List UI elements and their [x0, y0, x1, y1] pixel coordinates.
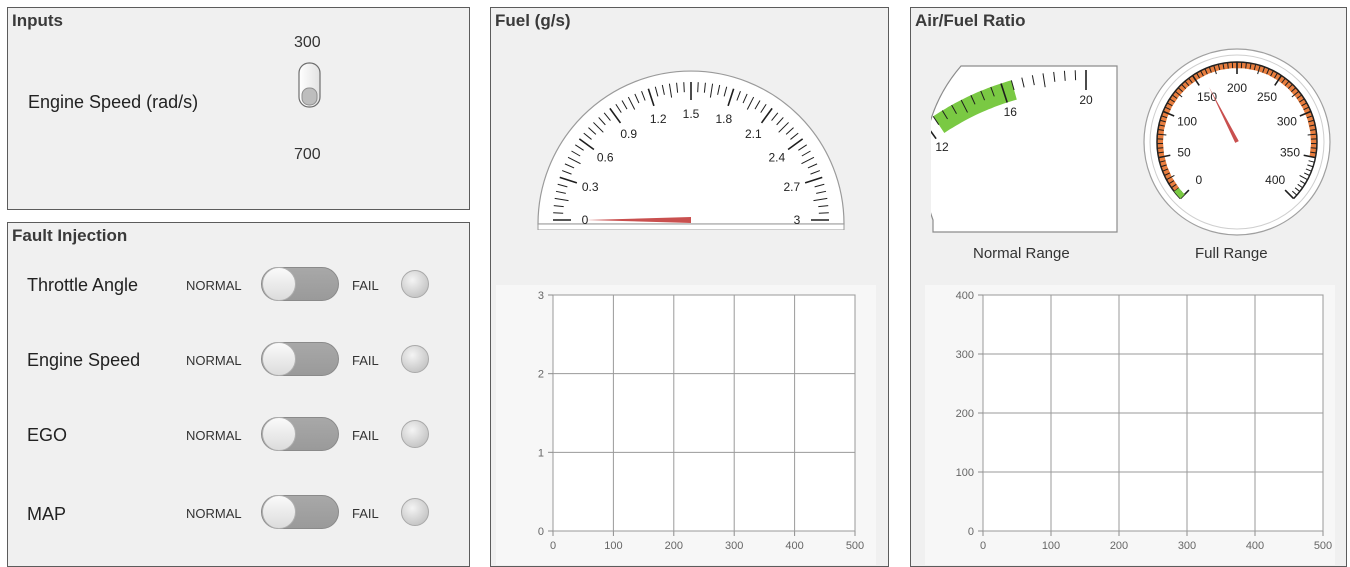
chart-x-tick-label: 100: [604, 540, 622, 552]
gauge-tick-label: 1.5: [683, 107, 700, 121]
gauge-tick-label: 250: [1257, 90, 1277, 104]
afr-title: Air/Fuel Ratio: [915, 11, 1026, 31]
fault-indicator-lamp: [401, 420, 429, 448]
fault-indicator-lamp: [401, 345, 429, 373]
throttle-angle-fault-toggle[interactable]: [261, 267, 339, 301]
full-range-caption: Full Range: [1195, 245, 1268, 262]
gauge-tick-label: 0.9: [620, 127, 637, 141]
gauge-tick-label: 0.6: [597, 151, 614, 165]
gauge-tick-label: 300: [1277, 114, 1297, 128]
fault-row-label: Engine Speed: [27, 350, 140, 371]
fail-label: FAIL: [352, 506, 379, 521]
fault-injection-title: Fault Injection: [12, 226, 127, 246]
gauge-tick-label: 16: [1004, 105, 1018, 119]
fail-label: FAIL: [352, 428, 379, 443]
toggle-knob: [262, 495, 296, 529]
afr-panel: Air/Fuel Ratio 048121620 Normal Range 05…: [910, 7, 1347, 567]
chart-x-tick-label: 400: [785, 540, 803, 552]
switch-top-value: 300: [294, 34, 321, 52]
gauge-tick-label: 1.2: [650, 112, 667, 126]
fuel-panel: Fuel (g/s) 0 0.3 0.6 0.9 1.2 1.5 1.8 2.1 2.4 2.7 3…: [490, 7, 889, 567]
fault-indicator-lamp: [401, 498, 429, 526]
inputs-title: Inputs: [12, 11, 63, 31]
map-fault-toggle[interactable]: [261, 495, 339, 529]
fault-row-label: EGO: [27, 425, 67, 446]
gauge-tick-label: 100: [1177, 114, 1197, 128]
afr-time-chart: 0 100 200 300 400 500 0 100 200 300 400: [925, 285, 1335, 565]
toggle-knob: [262, 342, 296, 376]
gauge-tick-label: 2.7: [783, 180, 800, 194]
chart-x-tick-label: 300: [725, 540, 743, 552]
normal-label: NORMAL: [186, 278, 242, 293]
chart-y-tick-label: 1: [538, 447, 544, 459]
fuel-time-chart: 0 100 200 300 400 500 0 1 2 3: [496, 285, 876, 565]
chart-y-tick-label: 300: [956, 349, 974, 361]
gauge-minor-tick: [1246, 63, 1247, 69]
chart-x-tick-label: 400: [1246, 540, 1264, 552]
inputs-panel: Inputs Engine Speed (rad/s) 300 700: [7, 7, 470, 210]
fault-injection-panel: Fault Injection Throttle Angle NORMAL FA…: [7, 222, 470, 567]
chart-y-tick-label: 3: [538, 290, 544, 302]
gauge-tick-label: 12: [935, 140, 949, 154]
engine-speed-rocker-switch[interactable]: [294, 60, 326, 112]
chart-x-tick-label: 500: [846, 540, 864, 552]
gauge-minor-tick: [553, 213, 563, 214]
gauge-tick-label: 350: [1280, 146, 1300, 160]
gauge-minor-tick: [1228, 63, 1229, 69]
normal-range-caption: Normal Range: [973, 245, 1070, 262]
fuel-semicircle-gauge: 00.30.60.91.21.51.82.12.42.73: [531, 60, 851, 230]
engine-speed-fault-toggle[interactable]: [261, 342, 339, 376]
engine-speed-input-label: Engine Speed (rad/s): [28, 92, 198, 113]
toggle-knob: [262, 267, 296, 301]
switch-bottom-value: 700: [294, 146, 321, 164]
chart-x-tick-label: 0: [550, 540, 556, 552]
chart-x-tick-label: 200: [665, 540, 683, 552]
chart-x-tick-label: 0: [980, 540, 986, 552]
gauge-tick-label: 200: [1227, 81, 1247, 95]
chart-y-tick-label: 200: [956, 408, 974, 420]
chart-x-tick-label: 100: [1042, 540, 1060, 552]
fail-label: FAIL: [352, 353, 379, 368]
gauge-tick-label: 50: [1177, 146, 1191, 160]
chart-y-tick-label: 100: [956, 467, 974, 479]
gauge-tick-label: 0.3: [582, 180, 599, 194]
normal-label: NORMAL: [186, 428, 242, 443]
gauge-tick-label: 1.8: [715, 112, 732, 126]
afr-normal-range-gauge: 048121620: [931, 46, 1121, 238]
gauge-tick-label: 400: [1265, 173, 1285, 187]
fault-row-label: Throttle Angle: [27, 275, 138, 296]
gauge-minor-tick: [698, 82, 699, 92]
fuel-title: Fuel (g/s): [495, 11, 571, 31]
chart-y-tick-label: 400: [956, 290, 974, 302]
afr-full-range-gauge: 050100150200250300350400: [1141, 46, 1333, 238]
gauge-face: [931, 66, 1117, 232]
fault-indicator-lamp: [401, 270, 429, 298]
chart-x-tick-label: 200: [1110, 540, 1128, 552]
ego-fault-toggle[interactable]: [261, 417, 339, 451]
gauge-tick-label: 0: [1195, 173, 1202, 187]
normal-label: NORMAL: [186, 353, 242, 368]
chart-plot-area: [553, 295, 855, 531]
gauge-minor-tick: [684, 82, 685, 92]
gauge-minor-tick: [819, 213, 829, 214]
chart-y-tick-label: 0: [538, 526, 544, 538]
gauge-tick-label: 2.4: [768, 151, 785, 165]
chart-y-tick-label: 0: [968, 526, 974, 538]
gauge-tick-label: 2.1: [745, 127, 762, 141]
fault-row-label: MAP: [27, 504, 66, 525]
toggle-knob: [262, 417, 296, 451]
gauge-tick-label: 3: [794, 213, 801, 227]
chart-x-tick-label: 300: [1178, 540, 1196, 552]
normal-label: NORMAL: [186, 506, 242, 521]
fail-label: FAIL: [352, 278, 379, 293]
gauge-tick-label: 20: [1079, 93, 1093, 107]
chart-x-tick-label: 500: [1314, 540, 1332, 552]
chart-y-tick-label: 2: [538, 369, 544, 381]
